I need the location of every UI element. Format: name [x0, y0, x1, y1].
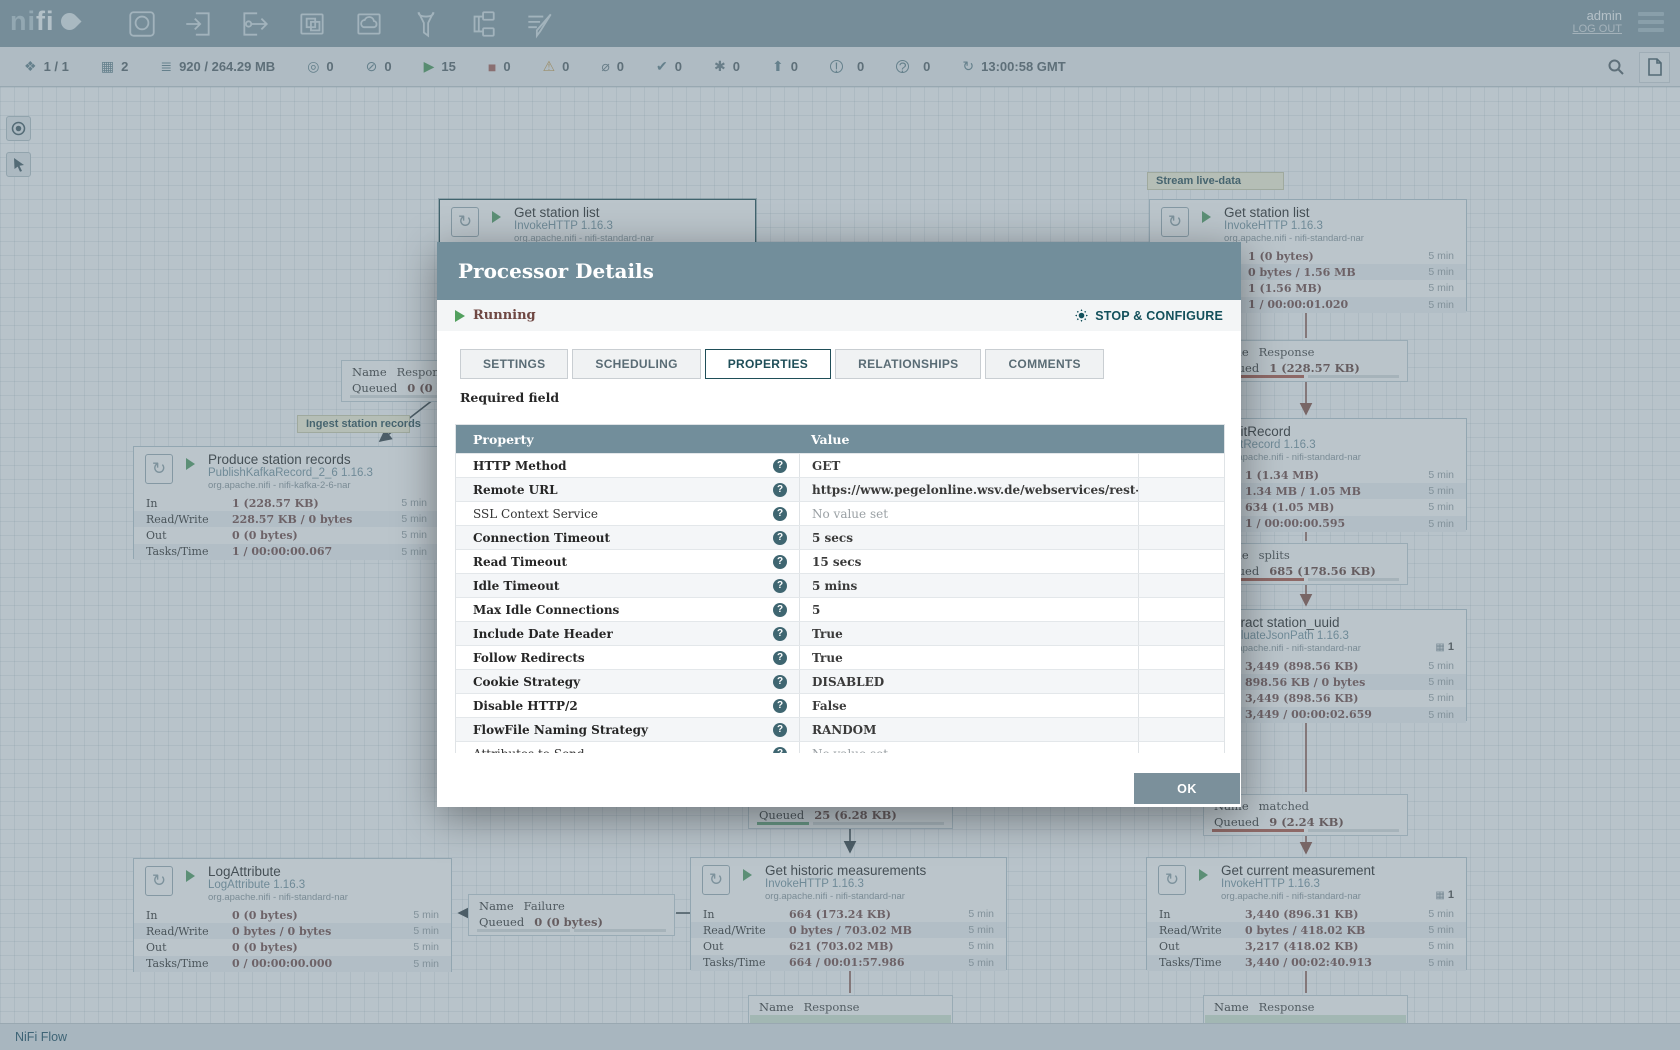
property-value[interactable]: GET: [799, 454, 1138, 477]
properties-table: Property Value HTTP Method? GET Remote U…: [455, 424, 1225, 753]
property-value[interactable]: False: [799, 694, 1138, 717]
stop-and-configure-button[interactable]: STOP & CONFIGURE: [1074, 308, 1223, 323]
property-column-header: Property: [456, 432, 799, 447]
table-row: Disable HTTP/2? False: [456, 693, 1224, 717]
property-value[interactable]: https://www.pegelonline.wsv.de/webservic…: [799, 478, 1138, 501]
property-value[interactable]: 5 mins: [799, 574, 1138, 597]
help-icon[interactable]: ?: [773, 675, 787, 689]
help-icon[interactable]: ?: [773, 627, 787, 641]
help-icon[interactable]: ?: [773, 699, 787, 713]
help-icon[interactable]: ?: [773, 507, 787, 521]
required-field-note: Required field: [460, 390, 559, 405]
property-value[interactable]: 5 secs: [799, 526, 1138, 549]
tab-relationships[interactable]: RELATIONSHIPS: [835, 349, 981, 379]
table-row: Connection Timeout? 5 secs: [456, 525, 1224, 549]
processor-details-dialog: Processor Details Running STOP & CONFIGU…: [437, 242, 1241, 807]
property-value[interactable]: DISABLED: [799, 670, 1138, 693]
help-icon[interactable]: ?: [773, 483, 787, 497]
dialog-header: Processor Details: [437, 242, 1241, 300]
dialog-status-bar: Running STOP & CONFIGURE: [437, 300, 1241, 331]
table-row: Follow Redirects? True: [456, 645, 1224, 669]
property-value[interactable]: No value set: [799, 502, 1138, 525]
property-value[interactable]: 15 secs: [799, 550, 1138, 573]
property-value[interactable]: No value set: [799, 742, 1138, 753]
tab-comments[interactable]: COMMENTS: [985, 349, 1103, 379]
table-row: SSL Context Service? No value set: [456, 501, 1224, 525]
tab-scheduling[interactable]: SCHEDULING: [572, 349, 700, 379]
property-value[interactable]: True: [799, 646, 1138, 669]
value-column-header: Value: [799, 432, 849, 447]
table-row: HTTP Method? GET: [456, 453, 1224, 477]
table-row: Include Date Header? True: [456, 621, 1224, 645]
table-row: FlowFile Naming Strategy? RANDOM: [456, 717, 1224, 741]
help-icon[interactable]: ?: [773, 603, 787, 617]
help-icon[interactable]: ?: [773, 579, 787, 593]
tab-properties[interactable]: PROPERTIES: [705, 349, 831, 379]
property-value[interactable]: 5: [799, 598, 1138, 621]
help-icon[interactable]: ?: [773, 747, 787, 754]
help-icon[interactable]: ?: [773, 531, 787, 545]
table-row: Remote URL? https://www.pegelonline.wsv.…: [456, 477, 1224, 501]
dialog-title: Processor Details: [458, 259, 654, 283]
tab-settings[interactable]: SETTINGS: [460, 349, 568, 379]
table-row: Max Idle Connections? 5: [456, 597, 1224, 621]
property-value[interactable]: RANDOM: [799, 718, 1138, 741]
table-row-partial: Attributes to Send? No value set: [456, 741, 1224, 753]
help-icon[interactable]: ?: [773, 723, 787, 737]
gear-icon: [1074, 308, 1089, 323]
property-value[interactable]: True: [799, 622, 1138, 645]
help-icon[interactable]: ?: [773, 555, 787, 569]
table-row: Cookie Strategy? DISABLED: [456, 669, 1224, 693]
table-row: Idle Timeout? 5 mins: [456, 573, 1224, 597]
table-row: Read Timeout? 15 secs: [456, 549, 1224, 573]
dialog-tabs: SETTINGS SCHEDULING PROPERTIES RELATIONS…: [460, 349, 1108, 379]
run-state-label: Running: [473, 308, 536, 323]
table-header-row: Property Value: [456, 425, 1224, 453]
ok-button[interactable]: OK: [1134, 773, 1240, 804]
help-icon[interactable]: ?: [773, 459, 787, 473]
running-indicator-icon: [455, 310, 465, 322]
help-icon[interactable]: ?: [773, 651, 787, 665]
